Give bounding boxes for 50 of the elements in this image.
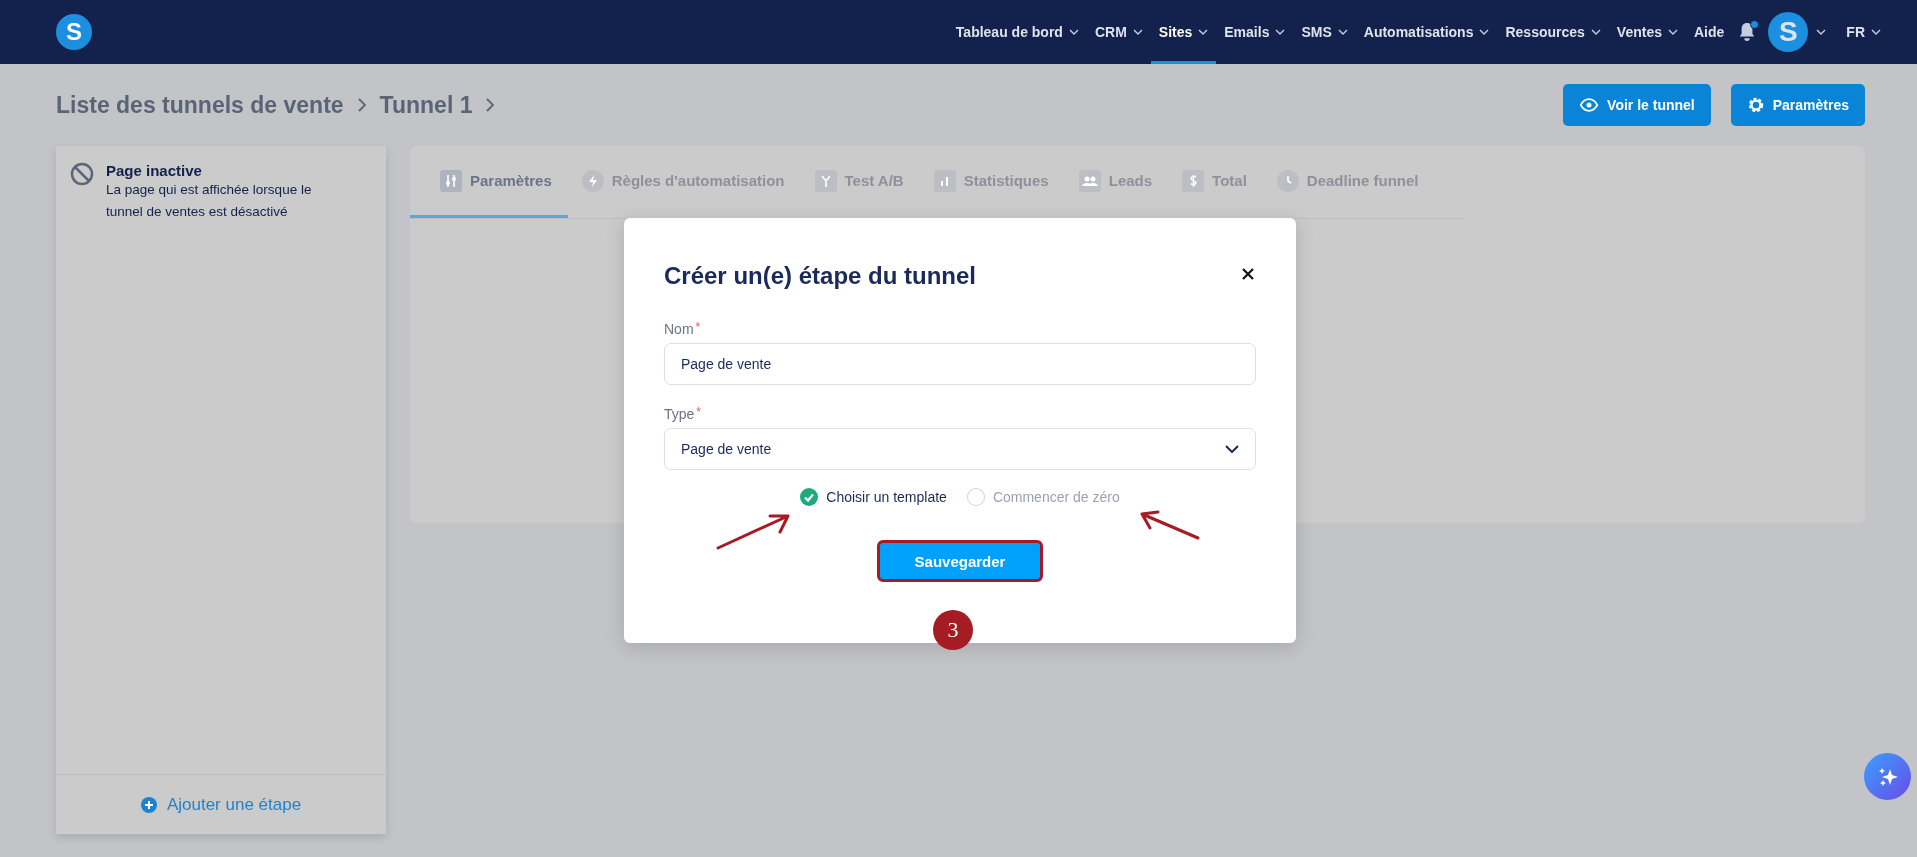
step-description: La page qui est affichée lorsque le tunnel de ventes est désactivé bbox=[106, 181, 313, 221]
modal-title: Créer un(e) étape du tunnel bbox=[664, 262, 977, 290]
name-input[interactable]: Page de vente bbox=[664, 343, 1256, 385]
bar-chart-icon bbox=[933, 169, 956, 192]
nav-item[interactable]: Tableau de bord bbox=[947, 0, 1087, 64]
radio-option[interactable]: Choisir un template bbox=[800, 488, 947, 506]
nav-item[interactable]: CRM bbox=[1086, 0, 1151, 64]
bell-icon[interactable] bbox=[1738, 22, 1757, 42]
nav-item[interactable]: Ventes bbox=[1608, 0, 1686, 64]
user-avatar[interactable]: S bbox=[1768, 12, 1809, 52]
breadcrumb-link[interactable]: Tunnel 1 bbox=[379, 91, 473, 119]
nav-item[interactable]: Sites bbox=[1150, 0, 1217, 64]
nav-item[interactable]: Ressources bbox=[1497, 0, 1609, 64]
field-label: Type bbox=[664, 406, 695, 422]
chevron-down-icon bbox=[1871, 29, 1881, 35]
prohibited-icon bbox=[70, 162, 94, 186]
ai-assistant-button[interactable] bbox=[1864, 753, 1911, 800]
required-mark: * bbox=[695, 320, 701, 334]
settings-icon bbox=[1746, 96, 1765, 114]
close-icon[interactable] bbox=[1240, 266, 1256, 282]
step-title: Page inactive bbox=[106, 162, 203, 179]
lightning-icon bbox=[581, 169, 604, 192]
nav-item[interactable]: Aide bbox=[1686, 0, 1733, 64]
language-selector[interactable]: FR bbox=[1838, 0, 1889, 64]
eye-icon bbox=[1579, 98, 1600, 112]
plus-circle-icon bbox=[140, 796, 157, 813]
field-label: Nom bbox=[664, 321, 694, 337]
chevron-down-icon bbox=[1225, 445, 1239, 453]
radio-option[interactable]: Commencer de zéro bbox=[966, 488, 1120, 506]
nav-item[interactable]: Automatisations bbox=[1355, 0, 1498, 64]
view-tunnel-button[interactable]: Voir le tunnel bbox=[1563, 84, 1711, 126]
tab[interactable]: Paramètres bbox=[410, 146, 568, 218]
chevron-down-icon bbox=[1816, 29, 1827, 35]
app-logo[interactable]: S bbox=[56, 14, 92, 50]
sidebar-item[interactable]: Page inactive La page qui est affichée lorsque le tunnel de ventes est désactivé bbox=[56, 146, 386, 239]
required-mark: * bbox=[696, 405, 702, 419]
split-icon bbox=[814, 169, 837, 192]
type-select[interactable]: Page de vente bbox=[664, 428, 1256, 470]
dollar-icon bbox=[1182, 169, 1205, 192]
settings-button[interactable]: Paramètres bbox=[1730, 84, 1865, 126]
chevron-right-icon bbox=[486, 98, 495, 112]
breadcrumb-link[interactable]: Liste des tunnels de vente bbox=[56, 91, 344, 119]
add-step-button[interactable]: Ajouter une étape bbox=[56, 774, 386, 834]
chevron-right-icon bbox=[357, 98, 366, 112]
save-button[interactable]: Sauvegarder bbox=[877, 540, 1043, 582]
users-icon bbox=[1078, 169, 1101, 192]
nav-item[interactable]: SMS bbox=[1293, 0, 1356, 64]
sliders-icon bbox=[440, 169, 462, 192]
clock-icon bbox=[1276, 169, 1299, 192]
nav-item[interactable]: Emails bbox=[1216, 0, 1294, 64]
